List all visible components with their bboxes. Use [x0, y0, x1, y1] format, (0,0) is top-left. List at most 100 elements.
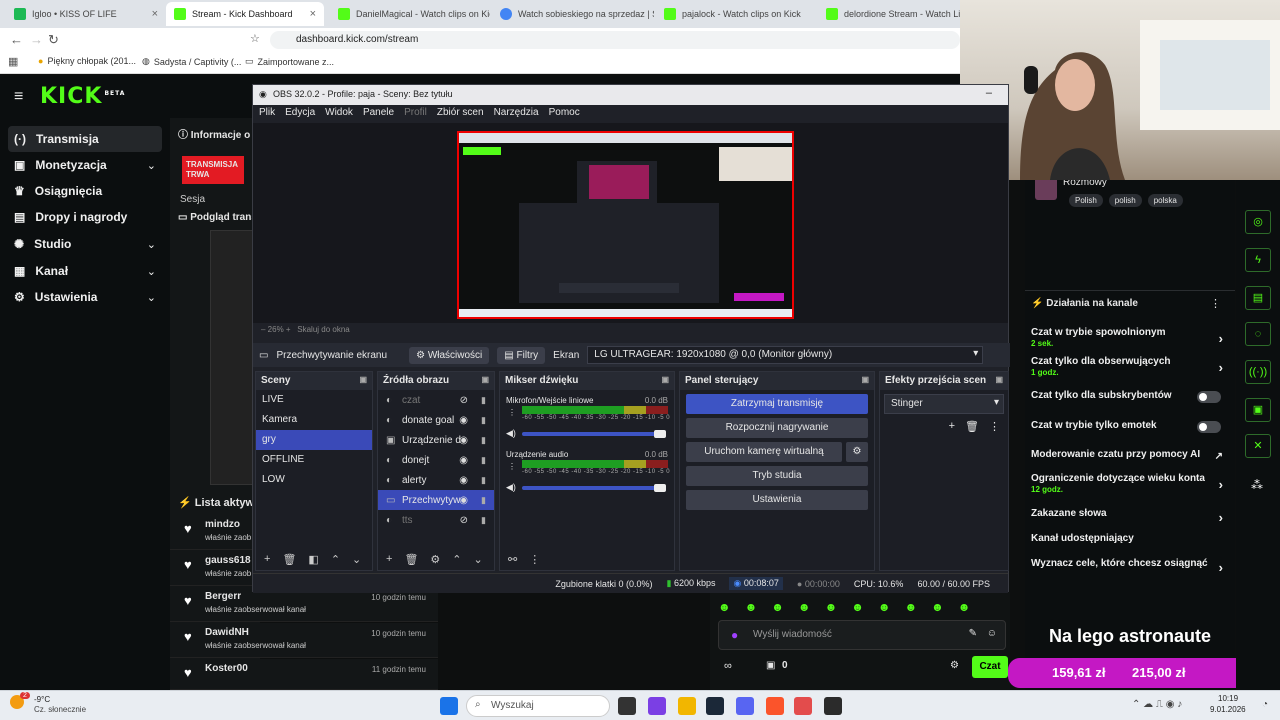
lock-icon[interactable]: ▮ [481, 495, 486, 506]
menu-item[interactable]: Narzędzia [494, 107, 539, 121]
scene-item[interactable]: OFFLINE [256, 450, 372, 470]
lock-icon[interactable]: ▮ [481, 395, 486, 406]
emote-icon[interactable]: ☻ [798, 600, 811, 614]
emote-icon[interactable]: ☻ [718, 600, 731, 614]
kebab-menu-icon[interactable]: ⋮ [989, 420, 1000, 433]
eye-icon[interactable]: ◉ [459, 455, 468, 466]
obs-preview[interactable] [253, 123, 1008, 323]
brave-icon[interactable] [766, 697, 784, 715]
tab-5[interactable]: delordione Stream - Watch Live on [818, 2, 960, 26]
properties-button[interactable]: ⚙ Właściwości [409, 346, 490, 364]
emote-icon[interactable]: ☻ [931, 600, 944, 614]
screen-select[interactable]: LG ULTRAGEAR: 1920x1080 @ 0,0 (Monitor g… [587, 346, 984, 364]
reload-icon[interactable]: ↻ [48, 32, 59, 48]
more-options-icon[interactable]: ⋮ [1210, 297, 1221, 310]
link-icon[interactable]: ⚯ [508, 553, 517, 566]
layout-icon[interactable]: ▣ [1245, 398, 1271, 422]
scene-item[interactable]: Kamera [256, 410, 372, 430]
move-down-icon[interactable]: ⌄ [474, 553, 483, 566]
eye-icon[interactable]: ◉ [459, 415, 468, 426]
document-icon[interactable]: ▤ [1245, 286, 1271, 310]
volume-icon[interactable]: ◀) [506, 482, 516, 493]
follower-name[interactable]: Koster00 [205, 663, 248, 674]
sidebar-item-kanal[interactable]: ▦ Kanał ⌄ [8, 258, 162, 284]
volume-icon[interactable]: ◀) [506, 428, 516, 439]
wrench-icon[interactable]: ✕ [1245, 434, 1271, 458]
menu-item[interactable]: Widok [325, 107, 353, 121]
steam-icon[interactable] [706, 697, 724, 715]
menu-item[interactable]: Pomoc [549, 107, 580, 121]
minimize-icon[interactable]: – [986, 87, 992, 99]
eye-hidden-icon[interactable]: ⊘ [460, 515, 468, 526]
forward-icon[interactable]: → [30, 32, 43, 47]
start-virtual-camera-button[interactable]: Uruchom kamerę wirtualną [686, 442, 842, 462]
sidebar-item-transmisja[interactable]: (·) Transmisja [8, 126, 162, 152]
source-item[interactable]: ◐ czat ⊘ ▮ [378, 390, 494, 410]
volume-slider[interactable] [522, 430, 666, 438]
tag[interactable]: polish [1108, 194, 1142, 207]
url-field[interactable]: dashboard.kick.com/stream [270, 31, 960, 49]
chat-bubble-icon[interactable]: ◌ [1245, 322, 1271, 346]
obs-taskbar-icon[interactable] [824, 697, 842, 715]
kebab-menu-icon[interactable]: ⋮ [529, 553, 540, 566]
action-goals[interactable]: Wyznacz cele, które chcesz osiągnąć › [1031, 558, 1227, 575]
eye-icon[interactable]: ◉ [459, 435, 468, 446]
discord-icon[interactable] [736, 697, 754, 715]
chat-input[interactable]: ● Wyślij wiadomość ✎ ☺ [718, 620, 1006, 650]
emote-icon[interactable]: ☻ [904, 600, 917, 614]
sidebar-item-ustawienia[interactable]: ⚙ Ustawienia ⌄ [8, 284, 162, 310]
bookmark-1[interactable]: ◍ Sadysta / Captivity (... [142, 56, 241, 67]
scene-item-selected[interactable]: gry [256, 430, 372, 450]
tag[interactable]: polska [1147, 194, 1183, 207]
hamburger-menu-icon[interactable]: ≡ [14, 88, 23, 106]
translate-icon[interactable]: ✎ [969, 628, 977, 639]
stop-streaming-button[interactable]: Zatrzymaj transmisję [686, 394, 868, 414]
tab-0[interactable]: Igloo • KISS OF LIFE × [6, 2, 166, 26]
trash-icon[interactable]: 🗑 [965, 420, 979, 433]
emoji-icon[interactable]: ☺ [987, 628, 997, 639]
sidebar-item-dropy[interactable]: ▤ Dropy i nagrody [8, 204, 162, 230]
lock-icon[interactable]: ▮ [481, 515, 486, 526]
close-icon[interactable]: × [152, 8, 158, 20]
emote-only-toggle[interactable] [1197, 421, 1221, 433]
broadcast-signal-icon[interactable]: ((·)) [1245, 360, 1271, 384]
notification-bell-icon[interactable]: ◔ [1262, 699, 1268, 710]
task-view-icon[interactable] [618, 697, 636, 715]
follower-name[interactable]: gauss618 [205, 555, 251, 566]
action-followers-only[interactable]: Czat tylko dla obserwujących 1 godz. › [1031, 356, 1227, 377]
source-item[interactable]: ◐ tts ⊘ ▮ [378, 510, 494, 530]
chat-send-button[interactable]: Czat [972, 656, 1008, 678]
source-item[interactable]: ◐ alerty ◉ ▮ [378, 470, 494, 490]
sidebar-item-monetyzacja[interactable]: ▣ Monetyzacja ⌄ [8, 152, 162, 178]
menu-item[interactable]: Profil [404, 107, 427, 121]
tray-icons[interactable]: ⌃ ☁ ⎍ ◉ ♪ [1132, 699, 1182, 710]
studio-mode-button[interactable]: Tryb studia [686, 466, 868, 486]
sidebar-item-osiagniecia[interactable]: ♛ Osiągnięcia [8, 178, 162, 204]
menu-item[interactable]: Plik [259, 107, 275, 121]
action-subscribers-only[interactable]: Czat tylko dla subskrybentów [1031, 390, 1227, 403]
volume-slider[interactable] [522, 484, 666, 492]
tab-2[interactable]: DanielMagical - Watch clips on Kick [330, 2, 490, 26]
chat-settings-gear-icon[interactable]: ⚙ [950, 660, 959, 671]
kebab-menu-icon[interactable]: ⋮ [508, 408, 516, 417]
taskbar-search[interactable]: ⌕ Wyszukaj [466, 695, 610, 717]
add-icon[interactable]: + [264, 553, 270, 565]
tab-4[interactable]: pajalock - Watch clips on Kick [656, 2, 816, 26]
lock-icon[interactable]: ▮ [481, 435, 486, 446]
bookmark-0[interactable]: ● Piękny chłopak (201... [38, 56, 136, 66]
follower-name[interactable]: mindzo [205, 519, 240, 530]
microphone-icon[interactable]: ● [731, 628, 738, 642]
action-banned-words[interactable]: Zakazane słowa › [1031, 508, 1227, 525]
move-up-icon[interactable]: ⌃ [452, 553, 461, 566]
file-explorer-icon[interactable] [678, 697, 696, 715]
tag[interactable]: Polish [1069, 194, 1103, 207]
tab-1[interactable]: Stream - Kick Dashboard × [166, 2, 324, 26]
tab-3[interactable]: Watch sobieskiego na sprzedaz | Str [492, 2, 654, 26]
trash-icon[interactable]: 🗑 [282, 553, 296, 566]
settings-button[interactable]: Ustawienia [686, 490, 868, 510]
follower-name[interactable]: Bergerr [205, 591, 241, 602]
trash-icon[interactable]: 🗑 [404, 553, 418, 566]
sidebar-item-studio[interactable]: ✺ Studio ⌄ [8, 231, 162, 257]
infinity-icon[interactable]: ∞ [724, 660, 732, 672]
scene-item[interactable]: LIVE [256, 390, 372, 410]
